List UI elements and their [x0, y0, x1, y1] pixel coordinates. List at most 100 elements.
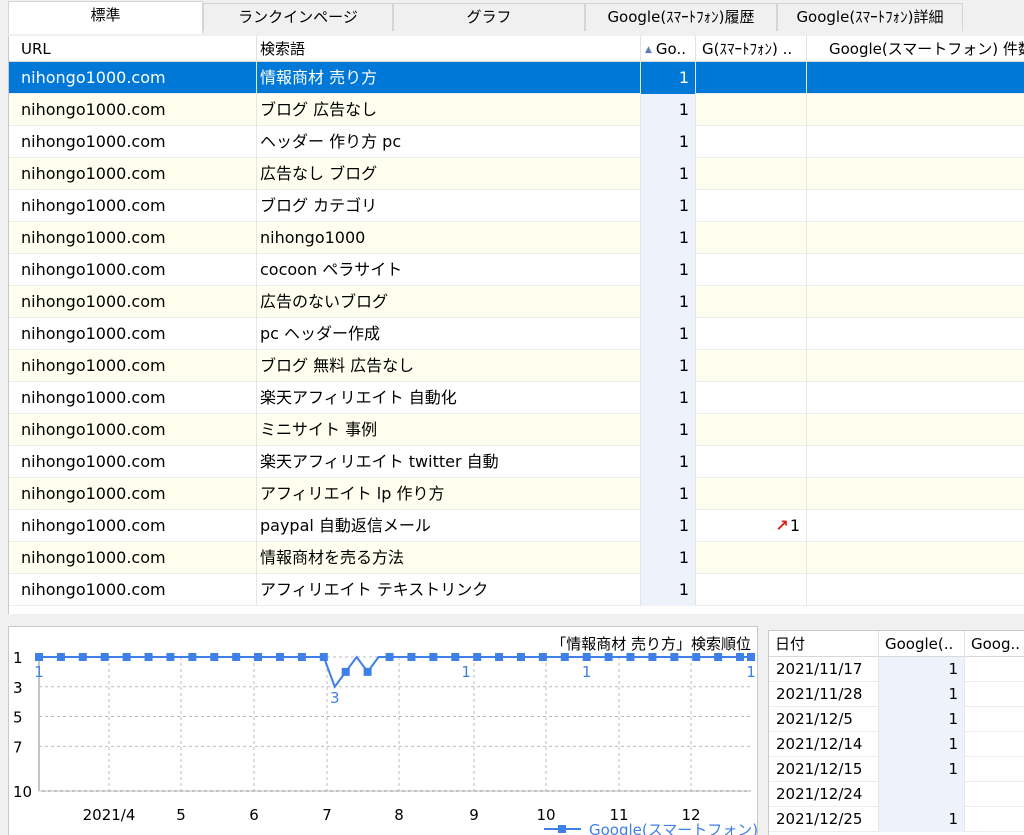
- x-tick-label: 6: [249, 806, 259, 824]
- column-header-google-smartphone[interactable]: G(ｽﾏｰﾄﾌｫﾝ) ..: [696, 36, 807, 62]
- cell-keyword: 情報商材を売る方法: [257, 542, 641, 574]
- cell-date-google: 1: [879, 682, 965, 707]
- data-point: [100, 653, 109, 661]
- tab-standard[interactable]: 標準: [8, 1, 203, 34]
- column-header-keyword[interactable]: 検索語: [257, 36, 641, 62]
- data-label: 1: [461, 663, 471, 681]
- table-row[interactable]: nihongo1000.com ミニサイト 事例 1: [9, 414, 1024, 446]
- table-row[interactable]: nihongo1000.com ブログ 無料 広告なし 1: [9, 350, 1024, 382]
- date-rank-table[interactable]: 日付 Google(.. Goog.. 2021/11/17 1 2021/11/2…: [768, 630, 1024, 835]
- column-header-count[interactable]: Google(スマートフォン) 件数: [807, 36, 1024, 62]
- data-point: [429, 653, 438, 661]
- cell-count: [807, 62, 1024, 94]
- data-point: [188, 653, 197, 661]
- cell-date-google2: [965, 782, 1024, 807]
- table-row[interactable]: nihongo1000.com ヘッダー 作り方 pc 1: [9, 126, 1024, 158]
- data-point: [78, 653, 87, 661]
- cell-url: nihongo1000.com: [9, 446, 257, 478]
- cell-count: [807, 158, 1024, 190]
- table-row[interactable]: nihongo1000.com アフィリエイト テキストリンク 1: [9, 574, 1024, 606]
- date-table-row[interactable]: 2021/11/28 1: [769, 682, 1024, 707]
- column-header-date-google2[interactable]: Goog..: [965, 631, 1024, 657]
- tab-smartphone-history[interactable]: Google(ｽﾏｰﾄﾌｫﾝ)履歴: [585, 3, 777, 31]
- cell-count: [807, 254, 1024, 286]
- data-point: [35, 653, 43, 661]
- table-row[interactable]: nihongo1000.com paypal 自動返信メール 1 ↗1: [9, 510, 1024, 542]
- cell-google-rank: 1: [641, 222, 696, 254]
- table-row[interactable]: nihongo1000.com 楽天アフィリエイト twitter 自動 1: [9, 446, 1024, 478]
- cell-keyword: nihongo1000: [257, 222, 641, 254]
- date-table-row[interactable]: 2021/12/5 1: [769, 707, 1024, 732]
- x-tick-label: 5: [176, 806, 186, 824]
- cell-date: 2021/11/28: [769, 682, 879, 707]
- tab-smartphone-detail[interactable]: Google(ｽﾏｰﾄﾌｫﾝ)詳細: [777, 3, 963, 31]
- cell-url: nihongo1000.com: [9, 478, 257, 510]
- cell-google-smartphone-rank: [696, 190, 807, 222]
- cell-keyword: 楽天アフィリエイト twitter 自動: [257, 446, 641, 478]
- table-row[interactable]: nihongo1000.com アフィリエイト lp 作り方 1: [9, 478, 1024, 510]
- date-table-row[interactable]: 2021/12/15 1: [769, 757, 1024, 782]
- table-row[interactable]: nihongo1000.com ブログ 広告なし 1: [9, 94, 1024, 126]
- data-point: [122, 653, 131, 661]
- data-point: [363, 667, 372, 676]
- cell-url: nihongo1000.com: [9, 350, 257, 382]
- cell-date: 2021/12/15: [769, 757, 879, 782]
- chart-title: 「情報商材 売り方」検索順位: [551, 635, 751, 653]
- table-row[interactable]: nihongo1000.com 楽天アフィリエイト 自動化 1: [9, 382, 1024, 414]
- cell-count: [807, 446, 1024, 478]
- date-table-row[interactable]: 2021/12/24: [769, 782, 1024, 807]
- cell-date: 2021/12/5: [769, 707, 879, 732]
- cell-url: nihongo1000.com: [9, 414, 257, 446]
- date-table-row[interactable]: 2021/12/25 1: [769, 807, 1024, 832]
- column-header-url[interactable]: URL: [9, 36, 257, 62]
- table-row[interactable]: nihongo1000.com cocoon ペラサイト 1: [9, 254, 1024, 286]
- data-point: [538, 653, 547, 661]
- cell-count: [807, 510, 1024, 542]
- cell-date: 2021/11/17: [769, 657, 879, 682]
- cell-google-smartphone-rank: [696, 94, 807, 126]
- data-label: 1: [34, 663, 44, 681]
- cell-google-rank: 1: [641, 318, 696, 350]
- column-header-google[interactable]: ▲ Go..: [641, 36, 696, 62]
- table-row[interactable]: nihongo1000.com 広告なし ブログ 1: [9, 158, 1024, 190]
- cell-google-smartphone-rank: [696, 318, 807, 350]
- data-point: [319, 653, 328, 661]
- data-point: [254, 653, 263, 661]
- cell-google-rank: 1: [641, 510, 696, 542]
- column-header-date[interactable]: 日付: [769, 631, 879, 657]
- data-point: [451, 653, 460, 661]
- column-header-google-label: Go..: [655, 40, 686, 58]
- cell-keyword: ヘッダー 作り方 pc: [257, 126, 641, 158]
- data-point: [747, 653, 755, 661]
- cell-keyword: 楽天アフィリエイト 自動化: [257, 382, 641, 414]
- table-row[interactable]: nihongo1000.com nihongo1000 1: [9, 222, 1024, 254]
- y-tick-label: 10: [13, 783, 32, 801]
- cell-google-rank: 1: [641, 542, 696, 574]
- table-row[interactable]: nihongo1000.com pc ヘッダー作成 1: [9, 318, 1024, 350]
- data-label: 1: [582, 663, 592, 681]
- cell-keyword: ブログ カテゴリ: [257, 190, 641, 222]
- date-table-row[interactable]: 2021/12/14 1: [769, 732, 1024, 757]
- cell-keyword: cocoon ペラサイト: [257, 254, 641, 286]
- tab-graph[interactable]: グラフ: [393, 3, 585, 31]
- table-row[interactable]: nihongo1000.com ブログ カテゴリ 1: [9, 190, 1024, 222]
- cell-google-smartphone-rank: [696, 158, 807, 190]
- legend-marker: [558, 825, 566, 833]
- cell-count: [807, 286, 1024, 318]
- column-header-date-google[interactable]: Google(..: [879, 631, 965, 657]
- ranking-grid[interactable]: URL 検索語 ▲ Go.. G(ｽﾏｰﾄﾌｫﾝ) .. Google(スマートフ…: [8, 36, 1024, 614]
- cell-date-google: 1: [879, 732, 965, 757]
- cell-date-google2: [965, 707, 1024, 732]
- data-point: [736, 653, 745, 661]
- cell-url: nihongo1000.com: [9, 286, 257, 318]
- table-row[interactable]: nihongo1000.com 広告のないブログ 1: [9, 286, 1024, 318]
- table-row[interactable]: nihongo1000.com 情報商材 売り方 1: [9, 62, 1024, 94]
- cell-keyword: 広告なし ブログ: [257, 158, 641, 190]
- cell-count: [807, 542, 1024, 574]
- cell-google-rank: 1: [641, 190, 696, 222]
- cell-keyword: アフィリエイト テキストリンク: [257, 574, 641, 606]
- cell-date-google2: [965, 657, 1024, 682]
- date-table-row[interactable]: 2021/11/17 1: [769, 657, 1024, 682]
- tab-rank-in-page[interactable]: ランクインページ: [203, 3, 393, 31]
- table-row[interactable]: nihongo1000.com 情報商材を売る方法 1: [9, 542, 1024, 574]
